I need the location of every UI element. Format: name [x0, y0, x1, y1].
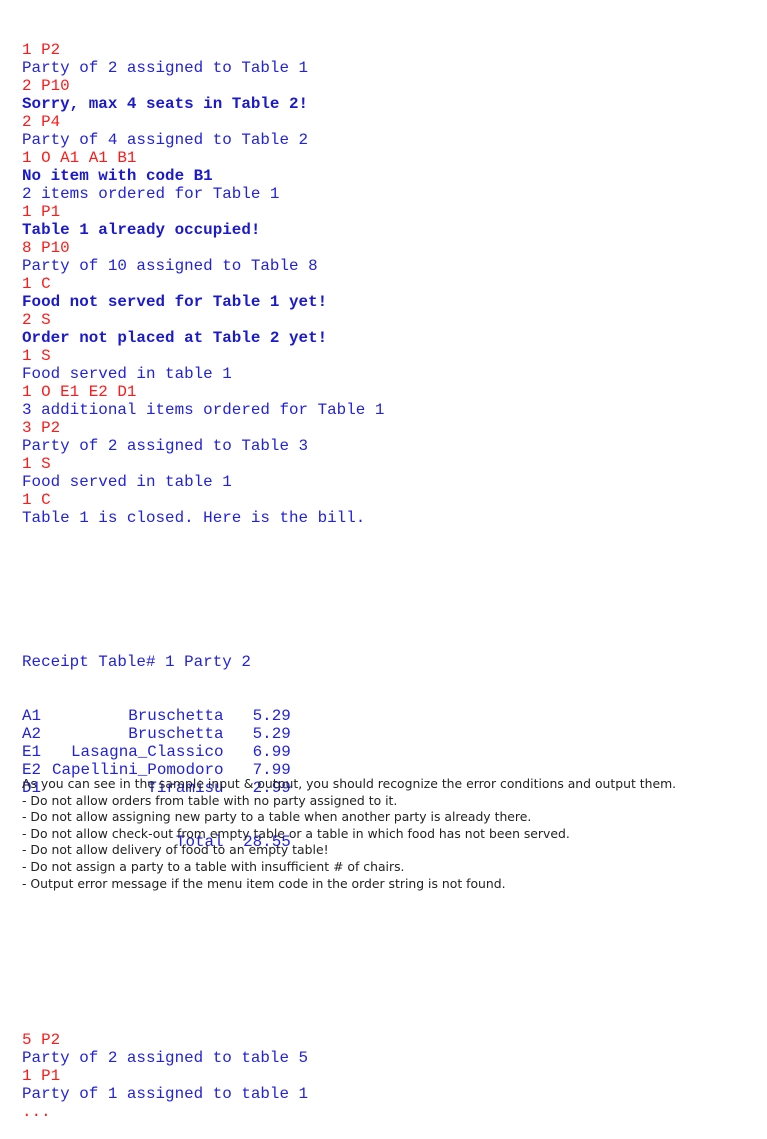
input-command-line: 1 S: [22, 347, 51, 365]
output-message-line: 2 items ordered for Table 1: [22, 185, 280, 203]
receipt-item-row: E1 Lasagna_Classico 6.99: [22, 743, 384, 761]
input-command-line: 1 P1: [22, 203, 61, 221]
receipt-item-price: 6.99: [252, 743, 291, 761]
output-message-line: Food served in table 1: [22, 365, 232, 383]
output-message-line: Party of 2 assigned to table 5: [22, 1049, 309, 1067]
receipt-item-price: 5.29: [252, 725, 291, 743]
input-command-line: 3 P2: [22, 419, 61, 437]
input-command-line: 1 C: [22, 275, 51, 293]
receipt-item-row: A1 Bruschetta 5.29: [22, 707, 384, 725]
input-command-line: 1 S: [22, 455, 51, 473]
note-rule: - Output error message if the menu item …: [22, 875, 506, 891]
transcript-block: 1 P2 Party of 2 assigned to Table 12 P10 S…: [22, 41, 384, 527]
transcript-after-block: 5 P2 Party of 2 assigned to table 51 P1 Pa…: [22, 1031, 384, 1121]
input-command-line: 1 P2: [22, 41, 61, 59]
input-command-line: 5 P2: [22, 1031, 61, 1049]
output-message-line: Party of 2 assigned to Table 1: [22, 59, 309, 77]
note-rule: - Do not allow delivery of food to an em…: [22, 842, 329, 858]
receipt-item-name: Bruschetta: [128, 707, 224, 725]
receipt-item-row: A2 Bruschetta 5.29: [22, 725, 384, 743]
receipt-item-price: 5.29: [252, 707, 291, 725]
sample-console-output: 1 P2 Party of 2 assigned to Table 12 P10 S…: [22, 5, 384, 1139]
input-command-line: 1 C: [22, 491, 51, 509]
output-message-line: Party of 10 assigned to Table 8: [22, 257, 318, 275]
error-message-line: Sorry, max 4 seats in Table 2!: [22, 95, 309, 113]
error-message-line: Food not served for Table 1 yet!: [22, 293, 328, 311]
output-message-line: Table 1 is closed. Here is the bill.: [22, 509, 366, 527]
receipt-item-code: A1: [22, 707, 42, 725]
note-rule: - Do not allow orders from table with no…: [22, 792, 398, 808]
receipt-header: Receipt Table# 1 Party 2: [22, 653, 251, 671]
output-message-line: Party of 4 assigned to Table 2: [22, 131, 309, 149]
output-message-line: 3 additional items ordered for Table 1: [22, 401, 385, 419]
note-rule: - Do not assign a party to a table with …: [22, 858, 405, 874]
receipt-item-code: A2: [22, 725, 42, 743]
input-command-line: 2 S: [22, 311, 51, 329]
output-message-line: Food served in table 1: [22, 473, 232, 491]
input-command-line: 1 O A1 A1 B1: [22, 149, 137, 167]
input-command-line: 2 P10: [22, 77, 70, 95]
receipt-item-name: Lasagna_Classico: [71, 743, 224, 761]
input-command-line: 1 O E1 E2 D1: [22, 383, 137, 401]
input-command-line: 1 P1: [22, 1067, 61, 1085]
notes-intro: As you can see in the sample input & out…: [22, 776, 677, 791]
input-command-line: 2 P4: [22, 113, 61, 131]
error-message-line: Table 1 already occupied!: [22, 221, 261, 239]
output-message-line: Party of 2 assigned to Table 3: [22, 437, 309, 455]
output-message-line: Party of 1 assigned to table 1: [22, 1085, 309, 1103]
note-rule: - Do not allow assigning new party to a …: [22, 809, 532, 825]
error-message-line: No item with code B1: [22, 167, 213, 185]
error-message-line: Order not placed at Table 2 yet!: [22, 329, 328, 347]
requirements-notes: As you can see in the sample input & out…: [22, 776, 676, 892]
receipt-item-code: E1: [22, 743, 42, 761]
note-rule: - Do not allow check-out from empty tabl…: [22, 825, 570, 841]
input-command-line: 8 P10: [22, 239, 70, 257]
receipt-item-name: Bruschetta: [128, 725, 224, 743]
input-command-line: ...: [22, 1103, 51, 1121]
